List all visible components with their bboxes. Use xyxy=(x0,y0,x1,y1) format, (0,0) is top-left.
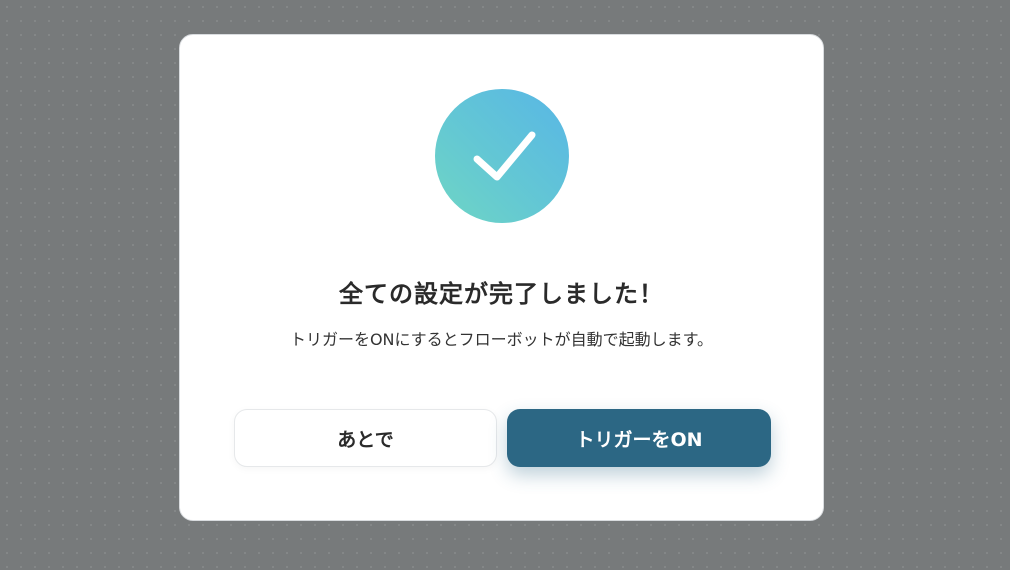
dialog-title: 全ての設定が完了しました！ xyxy=(339,280,664,308)
trigger-on-button[interactable]: トリガーをON xyxy=(507,409,771,467)
completion-dialog: 全ての設定が完了しました！ トリガーをONにするとフローボットが自動で起動します… xyxy=(179,34,824,521)
later-button[interactable]: あとで xyxy=(234,409,497,467)
dialog-message: トリガーをONにするとフローボットが自動で起動します。 xyxy=(289,330,714,349)
checkmark-icon xyxy=(473,131,536,181)
check-circle-icon xyxy=(435,89,569,223)
modal-backdrop: 全ての設定が完了しました！ トリガーをONにするとフローボットが自動で起動します… xyxy=(0,0,1010,570)
